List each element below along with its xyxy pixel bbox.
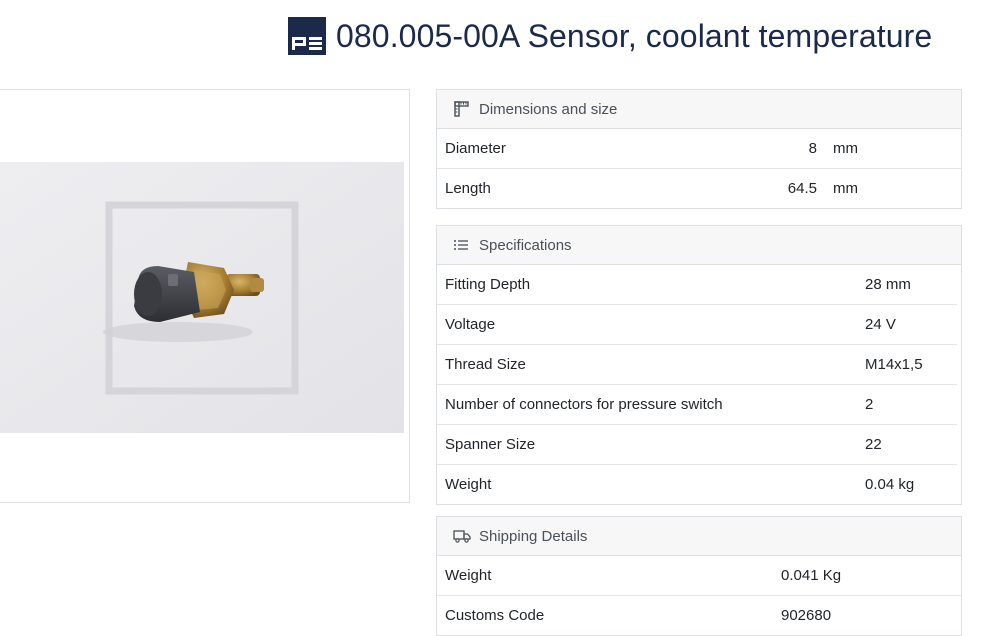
shipping-card: Shipping Details Weight 0.041 Kg Customs… (436, 516, 962, 636)
page-header: 080.005-00A Sensor, coolant temperature (288, 14, 999, 58)
row-label: Voltage (445, 316, 496, 333)
shipping-row: Weight 0.041 Kg (437, 556, 961, 596)
row-label: Diameter (445, 140, 506, 157)
dimensions-card: Dimensions and size Diameter 8 mm Length… (436, 89, 962, 209)
shipping-header: Shipping Details (437, 517, 961, 556)
row-label: Spanner Size (445, 436, 536, 453)
dimensions-header: Dimensions and size (437, 90, 961, 129)
row-value: 902680 (781, 607, 832, 624)
specifications-card: Specifications Fitting Depth 28 mm Volta… (436, 225, 962, 505)
row-label: Length (445, 180, 491, 197)
row-value: 2 (865, 396, 874, 413)
truck-icon (453, 528, 471, 544)
ruler-icon (453, 101, 471, 117)
dimensions-title: Dimensions and size (479, 100, 618, 118)
row-label: Weight (445, 567, 492, 584)
dimension-row-diameter: Diameter 8 mm (437, 129, 961, 169)
row-value: 64.5 (787, 180, 817, 197)
row-value: 24 V (865, 316, 896, 333)
pe-logo-icon (288, 17, 326, 55)
shipping-title: Shipping Details (479, 527, 588, 545)
spec-row: Fitting Depth 28 mm (437, 265, 957, 305)
page-title: 080.005-00A Sensor, coolant temperature (336, 17, 933, 54)
row-value: 28 mm (865, 276, 911, 293)
spec-row: Spanner Size 22 (437, 425, 957, 465)
row-value: 0.041 Kg (781, 567, 842, 584)
specifications-header: Specifications (437, 226, 961, 265)
dimension-row-length: Length 64.5 mm (437, 169, 961, 208)
shipping-row: Customs Code 902680 (437, 596, 961, 635)
row-label: Thread Size (445, 356, 526, 373)
row-label: Weight (445, 476, 492, 493)
list-icon (453, 237, 471, 253)
product-image[interactable] (0, 162, 404, 433)
spec-row: Number of connectors for pressure switch… (437, 385, 957, 425)
product-image-card (0, 89, 410, 503)
row-value: M14x1,5 (865, 356, 923, 373)
row-label: Number of connectors for pressure switch (445, 396, 723, 413)
spec-row: Thread Size M14x1,5 (437, 345, 957, 385)
row-value: 22 (865, 436, 882, 453)
row-label: Customs Code (445, 607, 545, 624)
row-value: 8 (808, 140, 817, 157)
specifications-title: Specifications (479, 236, 572, 254)
row-unit: mm (833, 140, 858, 157)
spec-row: Weight 0.04 kg (437, 465, 957, 504)
row-unit: mm (833, 180, 858, 197)
row-value: 0.04 kg (865, 476, 915, 493)
row-label: Fitting Depth (445, 276, 531, 293)
spec-row: Voltage 24 V (437, 305, 957, 345)
